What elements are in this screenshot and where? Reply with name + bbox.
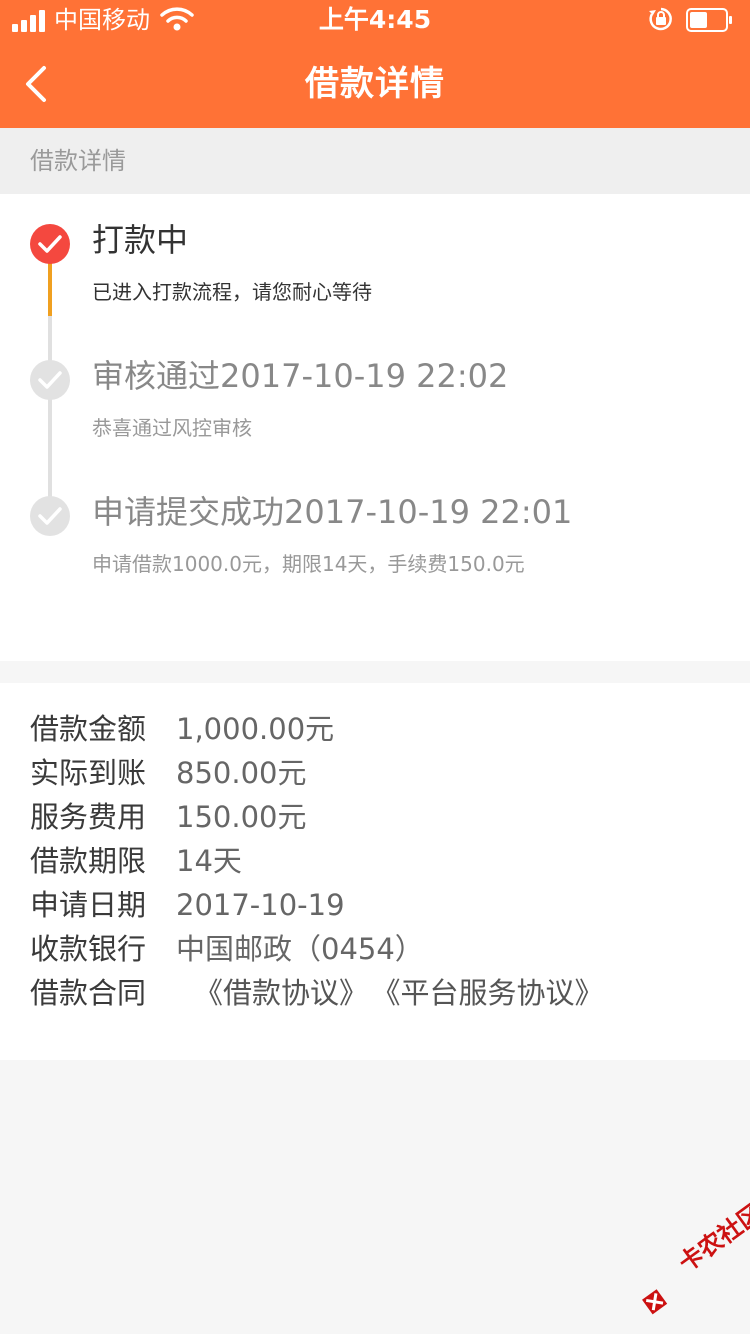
timeline-step-title: 申请提交成功2017-10-19 22:01 [92,493,573,531]
detail-value: 中国邮政（0454） [176,932,424,966]
detail-row-bank: 收款银行 中国邮政（0454） [30,927,424,971]
detail-label: 收款银行 [30,932,147,966]
step-check-icon [30,496,70,536]
section-header: 借款详情 [0,128,750,194]
timeline-step-desc: 已进入打款流程，请您耐心等待 [92,280,372,304]
detail-value: 850.00元 [176,756,307,790]
detail-label: 借款期限 [30,844,147,878]
timeline-step-title: 打款中 [92,221,189,259]
top-bar: 中国移动 上午4:45 借款详情 [0,0,750,128]
detail-label: 服务费用 [30,800,147,834]
step-done-icon [30,224,70,264]
detail-row-contract: 借款合同 《借款协议》 《平台服务协议》 [30,971,604,1015]
detail-row-date: 申请日期 2017-10-19 [30,883,345,927]
timeline-step-desc: 申请借款1000.0元，期限14天，手续费150.0元 [92,552,525,576]
detail-value: 14天 [176,844,242,878]
timeline-step-title: 审核通过2017-10-19 22:02 [92,357,509,395]
status-bar: 中国移动 上午4:45 [0,0,750,40]
status-time: 上午4:45 [318,5,432,34]
orientation-lock-icon [649,7,672,31]
detail-value: 1,000.00元 [176,712,335,746]
page-title: 借款详情 [305,64,445,104]
detail-value: 2017-10-19 [176,888,345,922]
screen: 中国移动 上午4:45 借款详情 借款详情 打款中 已进入打款流程，请您耐心等待… [0,0,750,1334]
detail-label: 实际到账 [30,756,147,790]
timeline-line-active [48,260,52,316]
detail-row-fee: 服务费用 150.00元 [30,795,306,839]
detail-row-received: 实际到账 850.00元 [30,751,306,795]
platform-agreement-link[interactable]: 《平台服务协议》 [386,976,604,1010]
detail-label: 申请日期 [30,888,147,922]
status-timeline: 打款中 已进入打款流程，请您耐心等待 审核通过2017-10-19 22:02 … [0,194,750,661]
detail-label: 借款合同 [30,976,147,1010]
detail-row-term: 借款期限 14天 [30,839,242,883]
detail-label: 借款金额 [30,712,147,746]
timeline-step-desc: 恭喜通过风控审核 [92,416,252,440]
step-check-icon [30,360,70,400]
detail-row-amount: 借款金额 1,000.00元 [30,707,334,751]
detail-value: 150.00元 [176,800,307,834]
battery-icon [686,8,732,32]
loan-details: 借款金额 1,000.00元 实际到账 850.00元 服务费用 150.00元 借款… [0,683,750,1060]
loan-agreement-link[interactable]: 《借款协议》 [194,976,368,1010]
